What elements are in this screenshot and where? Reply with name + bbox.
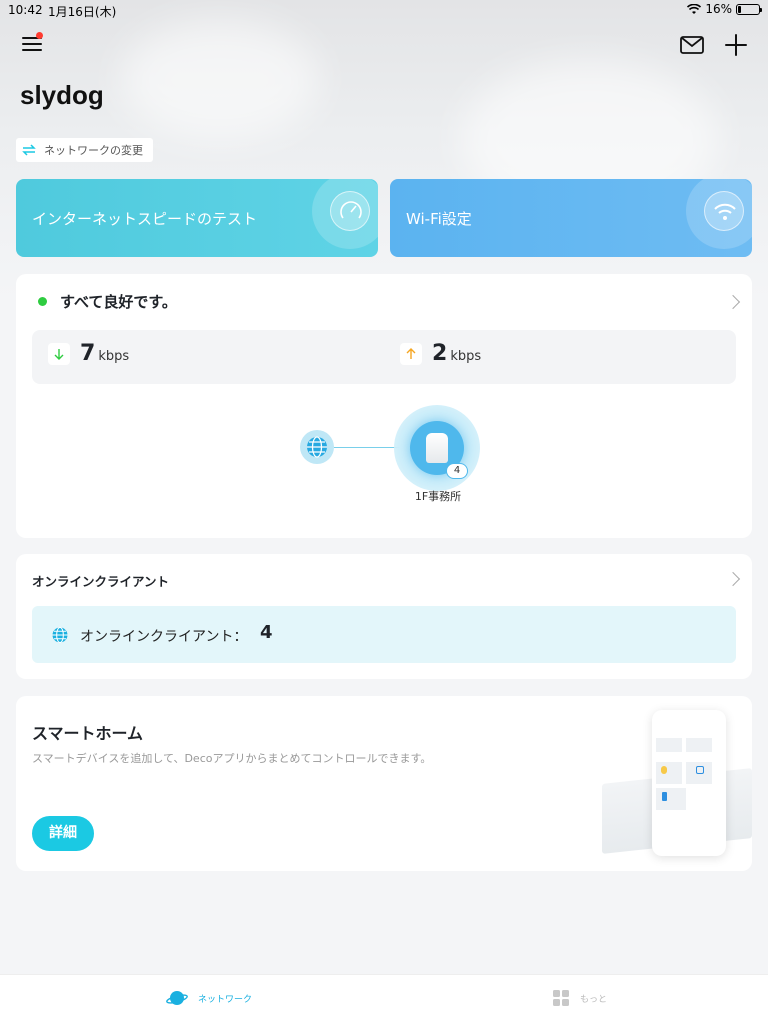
deco-unit-icon [426,433,448,463]
upload-speed: 2 kbps [400,341,481,366]
chevron-right-icon [725,294,741,310]
status-bar: 10:42 1月16日(木) 16% [0,0,768,20]
plus-icon [725,34,747,56]
internet-node[interactable] [300,430,334,464]
online-clients-count: 4 [260,622,273,643]
network-status-card[interactable]: すべて良好です。 7 kbps 2 kbps 4 1F事務所 [16,274,752,538]
online-clients-card[interactable]: オンラインクライアント オンラインクライアント： 4 [16,554,752,679]
bulb-icon [661,766,667,774]
network-change-label: ネットワークの変更 [44,144,143,157]
chevron-right-icon [725,571,741,587]
tab-network-label: ネットワーク [198,994,253,1005]
battery-percent: 16% [705,2,732,16]
tab-network[interactable]: ネットワーク [166,989,252,1007]
speed-test-tile[interactable]: インターネットスピードのテスト [16,179,378,257]
deco-client-badge: 4 [446,463,468,479]
deco-name: 1F事務所 [414,490,462,503]
phone-illustration [652,710,726,856]
illus-cell [656,762,682,784]
status-date: 1月16日(木) [48,5,117,19]
menu-button[interactable] [20,32,46,56]
download-unit: kbps [98,349,130,364]
online-clients-summary: オンラインクライアント： 4 [32,606,736,663]
illus-cell [686,738,712,752]
tab-more-label: もっと [580,994,608,1005]
menu-icon [22,49,42,51]
download-arrow-icon [48,342,70,365]
illus-cell [656,738,682,752]
battery-icon [736,3,762,15]
planet-icon [166,991,188,1005]
upload-arrow-icon [400,342,422,365]
sensor-icon [662,792,667,801]
page-title: slydog [20,80,104,110]
download-speed: 7 kbps [48,341,129,366]
notification-dot [36,32,43,39]
wifi-settings-label: Wi-Fi設定 [406,210,472,228]
grid-icon [553,990,569,1006]
mail-button[interactable] [680,36,704,54]
swap-icon [22,144,36,156]
status-time: 10:42 [8,3,43,17]
smart-home-title: スマートホーム [32,724,144,743]
wifi-status-icon [687,3,702,14]
speed-summary: 7 kbps 2 kbps [32,330,736,384]
camera-icon [696,766,704,774]
tab-bar: ネットワーク もっと [0,974,768,1024]
globe-icon [52,626,68,644]
status-indicator [38,297,47,306]
speed-test-label: インターネットスピードのテスト [32,210,258,228]
battery-level [738,5,742,13]
smart-home-description: スマートデバイスを追加して、Decoアプリからまとめてコントロールできます。 [32,752,432,765]
speedometer-icon [330,191,370,231]
download-value: 7 [80,341,96,366]
illus-cell [656,788,686,810]
bg-decoration [120,20,320,140]
details-button[interactable]: 詳細 [32,816,94,851]
online-clients-title: オンラインクライアント [32,574,170,589]
network-change-button[interactable]: ネットワークの変更 [16,138,153,162]
add-button[interactable] [724,33,748,57]
online-clients-label: オンラインクライアント： [80,629,248,645]
status-text: すべて良好です。 [60,293,177,311]
status-indicators: 16% [687,2,762,16]
tab-more[interactable]: もっと [552,989,607,1007]
upload-value: 2 [432,341,448,366]
upload-unit: kbps [450,349,482,364]
menu-icon [22,43,42,45]
mail-icon [680,36,704,54]
globe-icon [307,436,327,458]
smart-home-card: スマートホーム スマートデバイスを追加して、Decoアプリからまとめてコントロー… [16,696,752,871]
wifi-icon [704,191,744,231]
wifi-settings-tile[interactable]: Wi-Fi設定 [390,179,752,257]
